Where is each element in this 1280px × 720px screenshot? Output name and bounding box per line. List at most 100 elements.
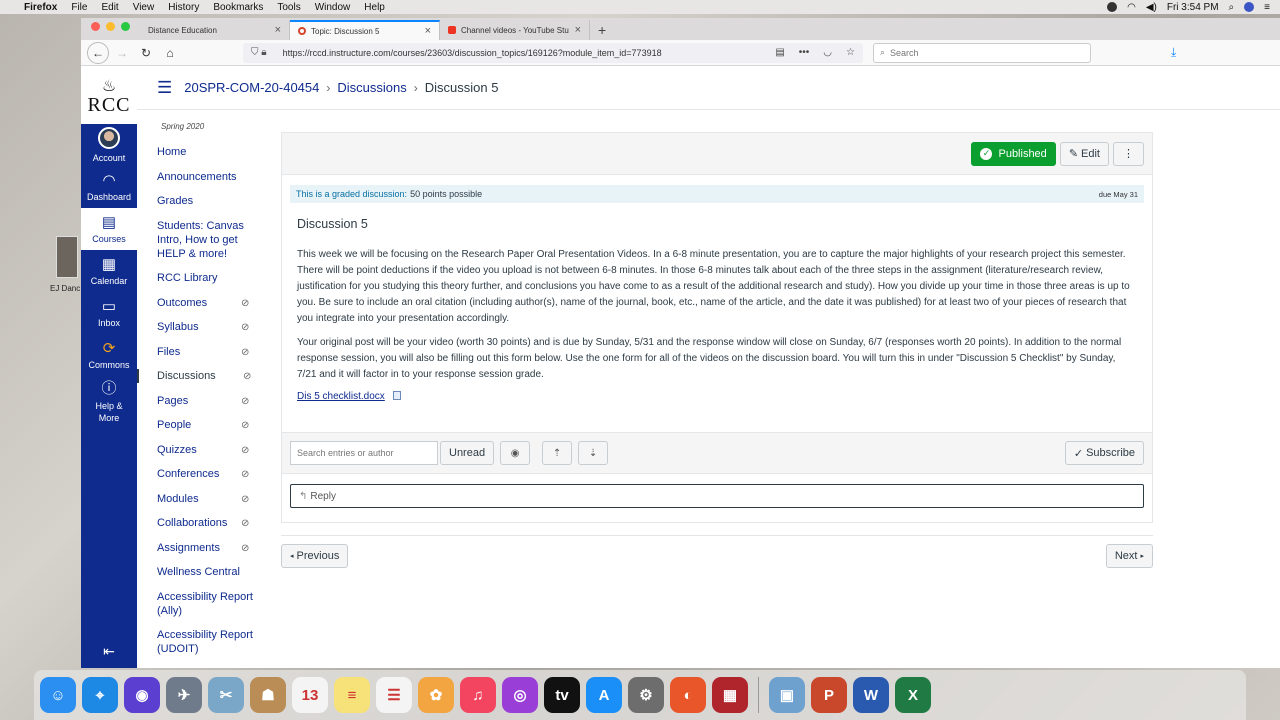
mark-all-read-button[interactable]: ◉ [500, 441, 531, 465]
pocket-icon[interactable]: ◡ [823, 47, 832, 58]
course-nav-wellness[interactable]: Wellness Central [137, 565, 267, 579]
menu-help[interactable]: Help [364, 2, 385, 13]
attachment-link[interactable]: Dis 5 checklist.docx [297, 391, 385, 402]
dock-app-calendar-icon[interactable]: 13 [292, 677, 328, 713]
subscribe-button[interactable]: ✓ Subscribe [1064, 441, 1144, 465]
tab-distance-education[interactable]: Distance Education × [140, 20, 290, 40]
edit-button[interactable]: ✎ Edit [1059, 141, 1109, 166]
record-icon[interactable] [1107, 2, 1118, 12]
course-nav-files[interactable]: Files ⊘ [137, 345, 267, 359]
dock-app-contacts-icon[interactable]: ☗ [250, 677, 286, 713]
forward-icon[interactable]: → [111, 42, 133, 64]
collapse-replies-button[interactable]: ⇡ [542, 441, 573, 465]
back-icon[interactable]: ← [87, 41, 109, 64]
course-nav-collaborations[interactable]: Collaborations ⊘ [137, 516, 267, 530]
tab-discussion-5[interactable]: Topic: Discussion 5 × [290, 20, 440, 40]
course-nav-home[interactable]: Home [137, 145, 267, 159]
dock-app-tv-icon[interactable]: tv [544, 677, 580, 713]
global-nav-help[interactable]: ⓘ Help & More [81, 376, 137, 428]
bookmark-star-icon[interactable]: ☆ [846, 47, 855, 58]
expand-replies-button[interactable]: ⇣ [578, 441, 609, 465]
course-nav-announcements[interactable]: Announcements [137, 170, 267, 184]
menu-window[interactable]: Window [315, 2, 351, 13]
dock-app-podcasts-icon[interactable]: ◎ [502, 677, 538, 713]
dock-app-reminders-icon[interactable]: ☰ [376, 677, 412, 713]
dock-app-app-store-icon[interactable]: A [586, 677, 622, 713]
rcc-logo[interactable]: ♨ RCC [81, 66, 137, 124]
course-nav-pages[interactable]: Pages ⊘ [137, 394, 267, 408]
home-icon[interactable]: ⌂ [159, 42, 181, 64]
tab-youtube-studio[interactable]: Channel videos - YouTube Stu × [440, 20, 590, 40]
reader-view-icon[interactable]: ▤ [775, 47, 784, 58]
url-bar[interactable]: ⛉ 🔒︎ https://rccd.instructure.com/course… [243, 42, 863, 63]
dock-app-siri-icon[interactable]: ◉ [124, 677, 160, 713]
course-nav-grades[interactable]: Grades [137, 194, 267, 208]
next-button[interactable]: Next ▸ [1105, 544, 1153, 568]
zoom-window-button[interactable] [121, 21, 130, 31]
dock-app-photo-booth-icon[interactable]: ▦ [712, 677, 748, 713]
dock-app-powerpoint-icon[interactable]: P [811, 677, 847, 713]
desktop-file-icon[interactable] [56, 236, 78, 278]
dock-app-launchpad-icon[interactable]: ✈ [166, 677, 202, 713]
url-text[interactable]: https://rccd.instructure.com/courses/236… [283, 48, 662, 58]
course-nav-discussions[interactable]: Discussions ⊘ [137, 369, 267, 383]
spotlight-icon[interactable]: ⌕ [1229, 2, 1235, 13]
close-tab-icon[interactable]: × [425, 25, 431, 37]
search-input[interactable]: ⌕ Search [873, 42, 1091, 63]
document-preview-icon[interactable] [392, 391, 401, 400]
course-nav-quizzes[interactable]: Quizzes ⊘ [137, 443, 267, 457]
page-actions-icon[interactable]: ••• [799, 47, 810, 58]
dock-app-notes-icon[interactable]: ≡ [334, 677, 370, 713]
dock-app-music-icon[interactable]: ♫ [460, 677, 496, 713]
published-button[interactable]: ✓ Published [971, 141, 1056, 166]
menu-view[interactable]: View [133, 2, 155, 13]
menu-edit[interactable]: Edit [101, 2, 118, 13]
global-nav-courses[interactable]: ▤ Courses [81, 208, 137, 250]
global-nav-account[interactable]: Account [81, 124, 137, 166]
course-nav-conferences[interactable]: Conferences ⊘ [137, 467, 267, 481]
wifi-icon[interactable]: ◠ [1127, 2, 1136, 13]
course-nav-library[interactable]: RCC Library [137, 271, 267, 285]
course-nav-modules[interactable]: Modules ⊘ [137, 492, 267, 506]
dock-app-preview-2-icon[interactable]: ▣ [769, 677, 805, 713]
previous-button[interactable]: ◂ Previous [281, 544, 349, 568]
global-nav-inbox[interactable]: ▭ Inbox [81, 292, 137, 334]
search-entries-input[interactable]: Search entries or author [290, 441, 438, 465]
breadcrumb-course[interactable]: 20SPR-COM-20-40454 [184, 80, 319, 95]
close-tab-icon[interactable]: × [575, 24, 581, 36]
reload-icon[interactable]: ↻ [135, 42, 157, 64]
dock-app-safari-icon[interactable]: ⌖ [82, 677, 118, 713]
minimize-window-button[interactable] [106, 21, 115, 31]
collapse-nav-icon[interactable]: ⇤ [81, 643, 137, 660]
course-nav-people[interactable]: People ⊘ [137, 418, 267, 432]
close-window-button[interactable] [91, 21, 100, 31]
dock-app-photos-icon[interactable]: ✿ [418, 677, 454, 713]
menu-bookmarks[interactable]: Bookmarks [213, 2, 263, 13]
breadcrumb-discussions[interactable]: Discussions [337, 80, 406, 95]
close-tab-icon[interactable]: × [275, 24, 281, 36]
dock-app-excel-icon[interactable]: X [895, 677, 931, 713]
control-center-icon[interactable]: ≡ [1264, 2, 1270, 13]
global-nav-calendar[interactable]: ▦ Calendar [81, 250, 137, 292]
user-icon[interactable] [1244, 2, 1255, 12]
dock-app-system-preferences-icon[interactable]: ⚙ [628, 677, 664, 713]
new-tab-icon[interactable]: + [590, 22, 614, 40]
course-nav-udoit[interactable]: Accessibility Report (UDOIT) [137, 628, 267, 656]
download-icon[interactable]: ⤓ [1171, 45, 1176, 60]
global-nav-commons[interactable]: ⟳ Commons [81, 334, 137, 376]
menu-file[interactable]: File [71, 2, 87, 13]
course-nav-outcomes[interactable]: Outcomes ⊘ [137, 296, 267, 310]
menu-history[interactable]: History [168, 2, 199, 13]
dock-app-word-icon[interactable]: W [853, 677, 889, 713]
reply-button[interactable]: ↰ Reply [290, 484, 1144, 508]
dock-app-preview-icon[interactable]: ✂ [208, 677, 244, 713]
course-nav-students-help[interactable]: Students: Canvas Intro, How to get HELP … [137, 219, 267, 261]
dock-app-firefox-icon[interactable]: ◐ [670, 677, 706, 713]
course-nav-ally[interactable]: Accessibility Report (Ally) [137, 590, 267, 618]
course-nav-assignments[interactable]: Assignments ⊘ [137, 541, 267, 555]
menu-app-name[interactable]: Firefox [24, 2, 57, 13]
menu-tools[interactable]: Tools [277, 2, 300, 13]
more-options-button[interactable]: ⋮ [1113, 141, 1144, 166]
hamburger-menu-icon[interactable]: ☰ [157, 78, 172, 98]
volume-icon[interactable]: ◀) [1146, 2, 1157, 13]
